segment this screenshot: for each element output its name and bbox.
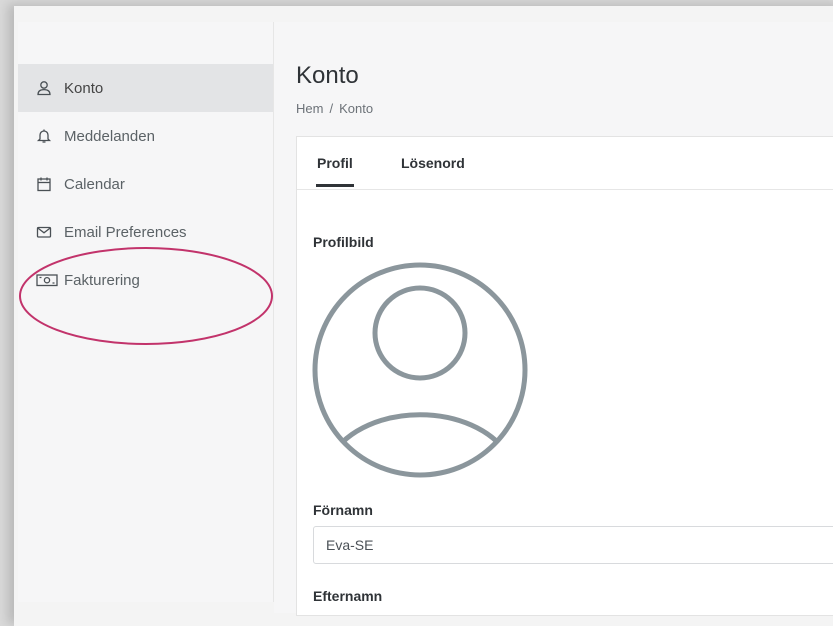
sidebar-item-label: Email Preferences [64,223,187,241]
sidebar-item-calendar[interactable]: Calendar [18,160,273,208]
last-name-label: Efternamn [313,588,383,604]
avatar-label: Profilbild [313,234,374,250]
sidebar-item-label: Meddelanden [64,127,155,145]
first-name-input[interactable] [313,526,833,564]
breadcrumb: Hem / Konto [296,101,373,116]
user-icon [36,80,52,96]
page-title: Konto [296,62,359,89]
profile-card: Profil Lösenord Profilbild Förnamn Efter… [296,136,833,616]
breadcrumb-current: Konto [339,101,374,116]
sidebar-item-meddelanden[interactable]: Meddelanden [18,112,273,160]
breadcrumb-separator: / [329,101,334,116]
sidebar-item-label: Konto [64,79,104,97]
first-name-label: Förnamn [313,502,373,518]
sidebar-item-konto[interactable]: Konto [18,64,273,112]
avatar-placeholder-icon[interactable] [311,261,529,479]
breadcrumb-home-link[interactable]: Hem [296,101,323,116]
tab-bar: Profil Lösenord [297,137,833,190]
calendar-icon [36,176,52,192]
main-content: Konto Hem / Konto Profil Lösenord Profilbi… [274,22,833,616]
tab-profil[interactable]: Profil [316,155,354,187]
bell-icon [36,128,52,144]
annotation-ellipse [19,247,273,345]
tab-losenord[interactable]: Lösenord [401,155,465,171]
sidebar-item-label: Calendar [64,175,125,193]
envelope-icon [36,224,52,240]
